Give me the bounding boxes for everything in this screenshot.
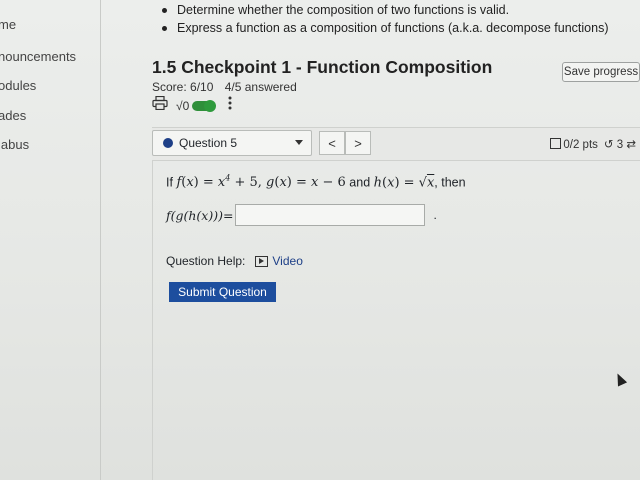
assignment-toolbar: √0 — [152, 95, 232, 115]
more-options-icon[interactable] — [228, 96, 232, 115]
stem-then: , then — [434, 175, 466, 190]
objective-item: Determine whether the composition of two… — [162, 3, 509, 17]
retry-icon: ↺ — [603, 139, 614, 151]
print-icon[interactable] — [152, 95, 168, 115]
question-help: Question Help: Video — [166, 254, 303, 268]
question-navigation-bar: Question 5 < > 0/2 pts ↺ 3 ⇄ — [152, 127, 640, 161]
video-link[interactable]: Video — [272, 254, 302, 268]
attempts-count: 3 — [616, 139, 624, 151]
answer-row: f(g(h(x)))= . — [166, 204, 437, 226]
sidebar-item-grades[interactable]: ades — [0, 108, 26, 123]
objective-text: Determine whether the composition of two… — [177, 3, 510, 17]
stem-math-h: h(x) = √x — [373, 175, 435, 191]
toggle-label: √0 — [176, 98, 190, 113]
score-text: Score: 6/10 — [152, 80, 214, 94]
attempts-display: ↺ 3 ⇄ — [604, 137, 636, 151]
objective-item: Express a function as a composition of f… — [162, 21, 608, 35]
help-label: Question Help: — [166, 254, 246, 268]
objective-text: Express a function as a composition of f… — [177, 21, 609, 35]
answered-count: 4/5 answered — [224, 80, 297, 94]
sidebar-item-modules[interactable]: odules — [0, 78, 36, 93]
stem-if: If — [166, 175, 173, 190]
points-info: 0/2 pts ↺ 3 ⇄ — [550, 137, 636, 151]
next-question-button[interactable]: > — [345, 131, 371, 155]
answer-input[interactable] — [235, 204, 426, 226]
bullet-icon — [162, 7, 167, 13]
video-icon[interactable] — [255, 255, 269, 267]
question-stem: If f(x) = x4 + 5, g(x) = x − 6 and h(x) … — [166, 174, 466, 190]
question-select[interactable]: Question 5 — [152, 130, 312, 156]
score-summary: Score: 6/10 4/5 answered — [152, 80, 297, 94]
math-entry-toggle[interactable]: √0 — [176, 98, 217, 113]
status-dot-icon — [163, 138, 173, 148]
sidebar-item-syllabus[interactable]: labus — [0, 137, 29, 152]
question-select-value: Question 5 — [179, 136, 238, 150]
sidebar-item-announcements[interactable]: nouncements — [0, 49, 76, 64]
answer-label: f(g(h(x)))= — [166, 207, 234, 223]
stem-and: and — [349, 175, 371, 190]
toggle-switch[interactable] — [192, 99, 217, 112]
previous-question-button[interactable]: < — [319, 131, 345, 155]
toggle-knob — [204, 99, 217, 112]
sidebar-item-home[interactable]: me — [0, 17, 16, 32]
chevron-down-icon — [295, 140, 303, 145]
answer-period: . — [433, 208, 437, 222]
save-progress-button[interactable]: Save progress — [562, 62, 640, 82]
points-display: 0/2 pts — [550, 137, 598, 151]
course-sidebar: me nouncements odules ades labus — [0, 0, 101, 480]
question-area: If f(x) = x4 + 5, g(x) = x − 6 and h(x) … — [152, 160, 640, 480]
page-title: 1.5 Checkpoint 1 - Function Composition — [152, 57, 493, 77]
bullet-icon — [162, 25, 167, 31]
refresh-icon: ⇄ — [626, 139, 636, 151]
points-text: 0/2 pts — [563, 139, 598, 151]
submit-question-button[interactable]: Submit Question — [169, 282, 276, 302]
checkbox-icon — [550, 138, 562, 149]
stem-math-f-and-g: f(x) = x4 + 5, g(x) = x − 6 — [176, 174, 346, 191]
